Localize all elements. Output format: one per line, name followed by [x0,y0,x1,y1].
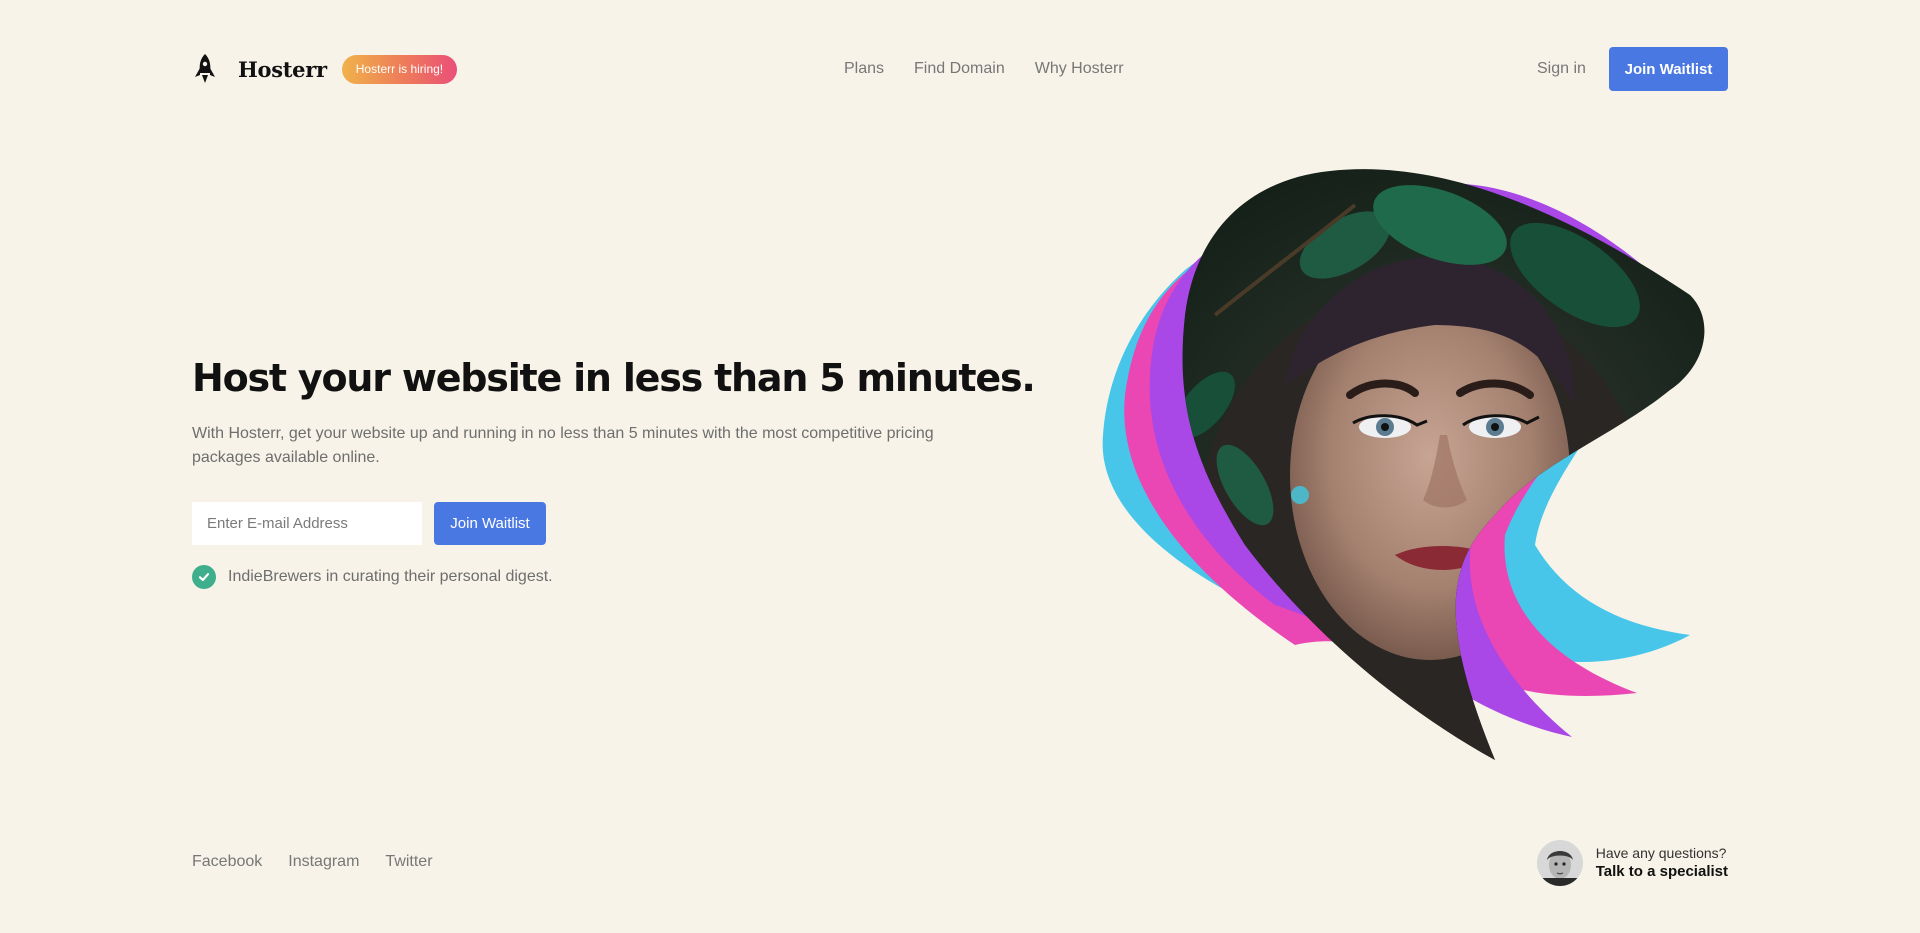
hero-subtitle: With Hosterr, get your website up and ru… [192,425,934,466]
waitlist-form: Join Waitlist [192,502,1012,545]
brand-name: Hosterr [238,56,327,82]
join-waitlist-button[interactable]: Join Waitlist [1609,47,1728,91]
social-proof: IndieBrewers in curating their personal … [192,565,1012,589]
instagram-link[interactable]: Instagram [288,853,359,871]
facebook-link[interactable]: Facebook [192,853,262,871]
hero-join-waitlist-button[interactable]: Join Waitlist [434,502,546,545]
hero-title: Host your website in less than 5 minutes… [192,356,1036,400]
hero-illustration [1102,169,1705,760]
email-input[interactable] [192,502,422,545]
contact-question: Have any questions? [1595,845,1727,861]
talk-to-specialist[interactable]: Have any questions? Talk to a specialist [1536,840,1728,886]
nav-find-domain[interactable]: Find Domain [914,60,1005,78]
sign-in-link[interactable]: Sign in [1537,47,1586,91]
hero-section: Host your website in less than 5 minutes… [192,350,1036,589]
contact-cta[interactable]: Talk to a specialist [1596,862,1728,881]
nav-why-hosterr[interactable]: Why Hosterr [1035,60,1124,78]
nav-plans[interactable]: Plans [844,60,884,78]
main-nav: Plans Find Domain Why Hosterr [844,47,1124,91]
avatar [1536,840,1583,886]
social-proof-text: IndieBrewers in curating their personal … [228,568,553,585]
logo[interactable]: Hosterr [192,53,327,85]
hiring-badge[interactable]: Hosterr is hiring! [341,54,458,84]
social-links: Facebook Instagram Twitter [192,853,433,871]
rocket-icon [195,54,215,83]
site-header: Hosterr Hosterr is hiring! Plans Find Do… [192,47,1728,91]
check-circle-icon [192,565,216,589]
twitter-link[interactable]: Twitter [385,853,432,871]
